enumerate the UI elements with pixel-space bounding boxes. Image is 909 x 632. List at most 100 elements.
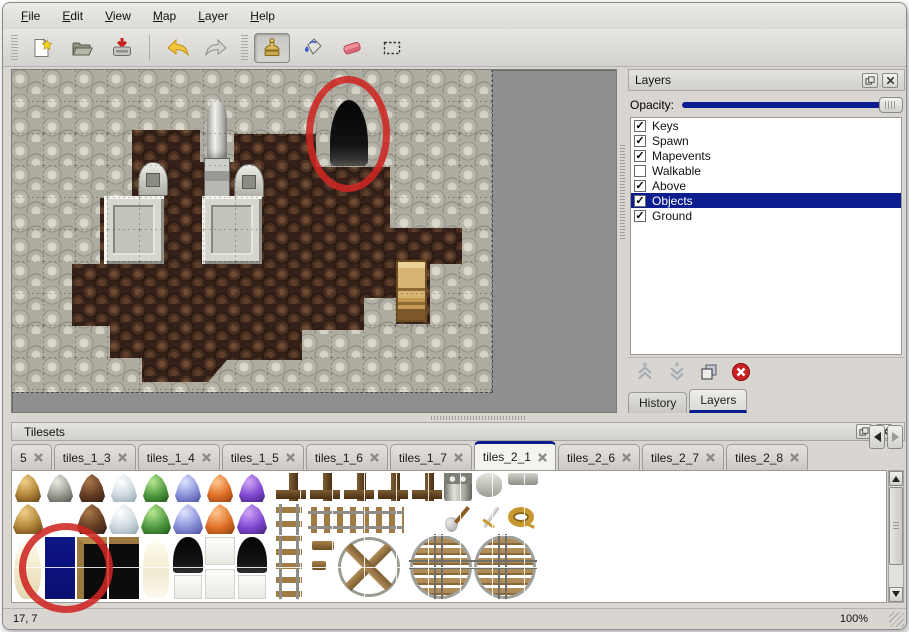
new-file-button[interactable]: [24, 33, 60, 63]
layer-row-walkable[interactable]: Walkable: [631, 163, 901, 178]
close-tab-icon[interactable]: [202, 453, 211, 462]
save-button[interactable]: [104, 33, 140, 63]
tile-wood-corner-5[interactable]: [412, 473, 442, 501]
tile-crystal-orange-small[interactable]: [207, 474, 233, 502]
tile-rock-ice[interactable]: [109, 504, 139, 534]
close-tab-icon[interactable]: [706, 453, 715, 462]
tile-wood-corner-3[interactable]: [344, 473, 374, 501]
menu-view[interactable]: View: [95, 6, 141, 26]
tile-rock-darkbrown[interactable]: [77, 504, 107, 534]
tile-track-turntable[interactable]: [338, 537, 400, 597]
layer-checkbox-mapevents[interactable]: ✓: [634, 150, 646, 162]
tile-blob-cream[interactable]: [143, 539, 169, 597]
open-button[interactable]: [64, 33, 100, 63]
tile-crystal-blue-small[interactable]: [175, 474, 201, 502]
tile-slab-white-2[interactable]: [205, 569, 235, 599]
tile-stone-cap[interactable]: [476, 473, 502, 497]
scroll-tabs-right-button[interactable]: [887, 425, 903, 449]
close-tab-icon[interactable]: [622, 453, 631, 462]
layer-checkbox-above[interactable]: ✓: [634, 180, 646, 192]
tileset-tab-tiles_2_8[interactable]: tiles_2_8: [726, 444, 808, 470]
tile-track-crossing-1[interactable]: [410, 535, 472, 599]
undo-button[interactable]: [159, 33, 195, 63]
layer-row-ground[interactable]: ✓Ground: [631, 208, 901, 223]
tile-wood-plank-2[interactable]: [312, 561, 326, 570]
tileset-tab-tiles_1_4[interactable]: tiles_1_4: [138, 444, 220, 470]
menu-help[interactable]: Help: [240, 6, 285, 26]
tileset-tab-tiles_1_5[interactable]: tiles_1_5: [222, 444, 304, 470]
tile-rock-darkbrown-small[interactable]: [79, 474, 105, 502]
menu-layer[interactable]: Layer: [188, 6, 238, 26]
tile-ghost-cream[interactable]: [14, 539, 41, 599]
close-tab-icon[interactable]: [286, 453, 295, 462]
tileset-tab-5[interactable]: 5: [11, 444, 52, 470]
menu-edit[interactable]: Edit: [52, 6, 93, 26]
duplicate-layer-button[interactable]: [696, 360, 722, 384]
tile-wood-corner-2[interactable]: [310, 473, 340, 501]
tile-wood-plank-1[interactable]: [312, 541, 334, 550]
lower-layer-button[interactable]: [664, 360, 690, 384]
tile-rock-green-small[interactable]: [143, 474, 169, 502]
float-panel-button[interactable]: [862, 73, 878, 88]
select-tool-button[interactable]: [374, 33, 410, 63]
map-content[interactable]: [12, 70, 492, 392]
tile-rock-gold-small[interactable]: [15, 474, 41, 502]
close-tab-icon[interactable]: [538, 453, 547, 462]
tile-rock-ice-small[interactable]: [111, 474, 137, 502]
fill-tool-button[interactable]: [294, 33, 330, 63]
tile-doorway-dark[interactable]: [109, 537, 139, 599]
tile-hood-black-2[interactable]: [237, 537, 267, 573]
tile-rock-gray[interactable]: [45, 504, 75, 534]
layer-row-spawn[interactable]: ✓Spawn: [631, 133, 901, 148]
scroll-down-button[interactable]: [889, 587, 903, 602]
tile-crystal-blue[interactable]: [173, 504, 203, 534]
tileset-tab-tiles_1_3[interactable]: tiles_1_3: [54, 444, 136, 470]
layer-row-mapevents[interactable]: ✓Mapevents: [631, 148, 901, 163]
layer-checkbox-keys[interactable]: ✓: [634, 120, 646, 132]
tile-wood-corner-4[interactable]: [378, 473, 408, 501]
vertical-splitter[interactable]: [617, 69, 628, 413]
tileset-scrollbar[interactable]: [888, 470, 904, 603]
scroll-tabs-left-button[interactable]: [869, 425, 885, 449]
toolbar-drag-handle-2[interactable]: [241, 35, 248, 61]
redo-button[interactable]: [199, 33, 235, 63]
dock-tab-history[interactable]: History: [628, 392, 687, 413]
tile-rock-green[interactable]: [141, 504, 171, 534]
tile-crystal-purple-small[interactable]: [239, 474, 265, 502]
tile-crystal-purple[interactable]: [237, 504, 267, 534]
tileset-tab-tiles_1_7[interactable]: tiles_1_7: [390, 444, 472, 470]
close-tab-icon[interactable]: [118, 453, 127, 462]
tile-rock-gray-small[interactable]: [47, 474, 73, 502]
raise-layer-button[interactable]: [632, 360, 658, 384]
resize-grip[interactable]: [889, 612, 904, 627]
tileset-tab-tiles_1_6[interactable]: tiles_1_6: [306, 444, 388, 470]
tile-rock-gold[interactable]: [13, 504, 43, 534]
toolbar-drag-handle[interactable]: [11, 35, 18, 61]
tileset-tab-tiles_2_7[interactable]: tiles_2_7: [642, 444, 724, 470]
close-panel-button[interactable]: [882, 73, 898, 88]
tile-tile-navy[interactable]: [45, 537, 75, 599]
layer-checkbox-spawn[interactable]: ✓: [634, 135, 646, 147]
opacity-slider[interactable]: [682, 97, 903, 113]
layer-row-above[interactable]: ✓Above: [631, 178, 901, 193]
tile-shovel[interactable]: [444, 505, 472, 533]
layer-checkbox-ground[interactable]: ✓: [634, 210, 646, 222]
tile-track-crossing-2[interactable]: [474, 535, 536, 599]
tile-sword[interactable]: [476, 505, 504, 533]
close-tab-icon[interactable]: [454, 453, 463, 462]
menu-file[interactable]: File: [11, 6, 50, 26]
scroll-up-button[interactable]: [889, 471, 903, 486]
horizontal-splitter[interactable]: [11, 413, 905, 422]
eraser-tool-button[interactable]: [334, 33, 370, 63]
layer-checkbox-walkable[interactable]: [634, 165, 646, 177]
close-tab-icon[interactable]: [370, 453, 379, 462]
tile-wood-corner-1[interactable]: [276, 473, 306, 501]
layer-checkbox-objects[interactable]: ✓: [634, 195, 646, 207]
tile-slab-white-3[interactable]: [238, 575, 266, 599]
menu-map[interactable]: Map: [143, 6, 186, 26]
layer-row-objects[interactable]: ✓Objects: [631, 193, 901, 208]
tile-stone-slab[interactable]: [508, 473, 538, 485]
tileset-canvas[interactable]: [11, 470, 887, 603]
tileset-tab-tiles_2_1[interactable]: tiles_2_1: [474, 441, 556, 470]
close-tab-icon[interactable]: [34, 453, 43, 462]
